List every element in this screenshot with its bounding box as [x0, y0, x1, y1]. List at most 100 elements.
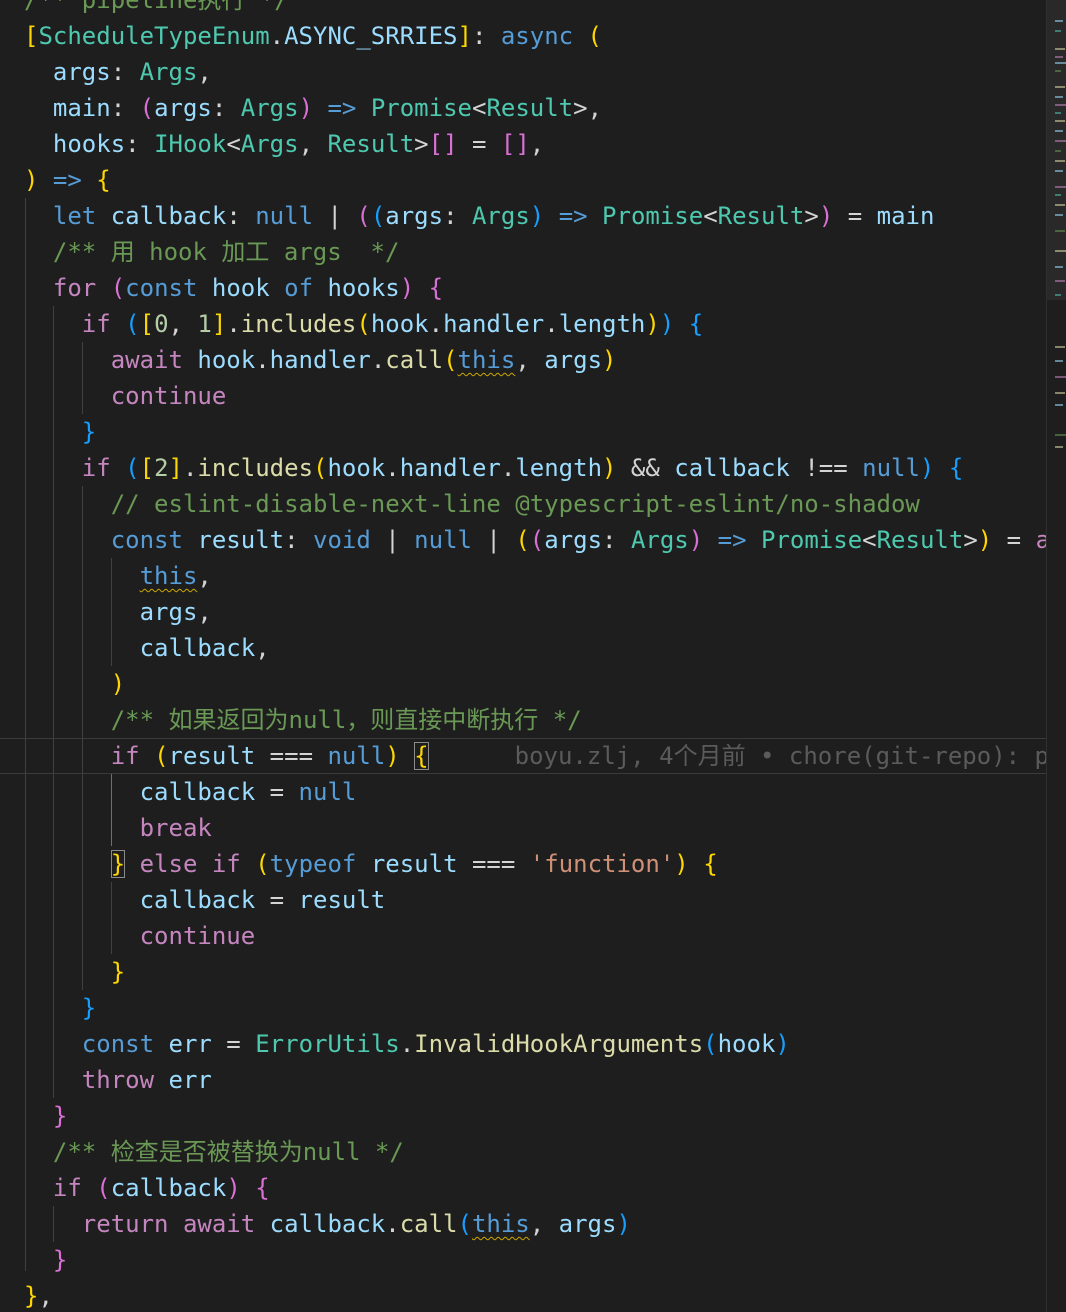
code-token: handler: [399, 454, 501, 482]
code-lines[interactable]: /** pipeline执行 */[ScheduleTypeEnum.ASYNC…: [0, 0, 1046, 1312]
code-line[interactable]: if ([0, 1].includes(hook.handler.length)…: [24, 306, 1046, 342]
code-token: =: [255, 778, 299, 806]
code-line[interactable]: }: [24, 954, 1046, 990]
code-token: ,: [529, 1210, 559, 1238]
code-line[interactable]: await hook.handler.call(this, args): [24, 342, 1046, 378]
code-line[interactable]: /** pipeline执行 */: [24, 0, 1046, 18]
current-code-line[interactable]: if (result === null) {boyu.zlj, 4个月前 • c…: [0, 738, 1046, 774]
code-token: const: [110, 526, 183, 554]
code-line[interactable]: }: [24, 1242, 1046, 1278]
code-token: .: [370, 346, 386, 374]
code-token: (: [356, 310, 371, 338]
code-line[interactable]: break: [24, 810, 1046, 846]
minimap-line: [1055, 230, 1065, 232]
minimap-line: [1055, 250, 1066, 252]
code-line[interactable]: callback = result: [24, 882, 1046, 918]
code-line[interactable]: ): [24, 666, 1046, 702]
code-token: const: [125, 274, 198, 302]
code-line[interactable]: /** 检查是否被替换为null */: [24, 1134, 1046, 1170]
code-line[interactable]: continue: [24, 918, 1046, 954]
minimap-line: [1055, 112, 1061, 114]
code-token: for: [52, 274, 97, 302]
code-token: result: [197, 526, 285, 554]
code-line[interactable]: args: Args,: [24, 54, 1046, 90]
code-token: hook: [211, 274, 270, 302]
code-token: ,: [168, 310, 198, 338]
code-token: [: [139, 310, 155, 338]
code-line[interactable]: // eslint-disable-next-line @typescript-…: [24, 486, 1046, 522]
code-token: =>: [52, 166, 82, 194]
code-token: {: [703, 850, 718, 878]
code-token: Result: [327, 130, 415, 158]
code-line[interactable]: }: [24, 414, 1046, 450]
minimap-line: [1055, 446, 1063, 448]
code-line[interactable]: this,: [24, 558, 1046, 594]
code-token: :: [110, 58, 140, 86]
code-token: ): [818, 202, 834, 230]
code-line[interactable]: },: [24, 1278, 1046, 1312]
code-line[interactable]: let callback: null | ((args: Args) => Pr…: [24, 198, 1046, 234]
minimap[interactable]: [1046, 0, 1066, 1312]
code-token: ASYNC_SRRIES: [284, 22, 458, 50]
code-token: includes: [240, 310, 357, 338]
git-blame-annotation: boyu.zlj, 4个月前 • chore(git-repo): p: [514, 742, 1046, 770]
code-line[interactable]: const err = ErrorUtils.InvalidHookArgume…: [24, 1026, 1046, 1062]
code-line[interactable]: hooks: IHook<Args, Result>[] = [],: [24, 126, 1046, 162]
code-line[interactable]: }: [24, 1098, 1046, 1134]
code-line[interactable]: main: (args: Args) => Promise<Result>,: [24, 90, 1046, 126]
code-line[interactable]: callback = null: [24, 774, 1046, 810]
code-token: args: [385, 202, 444, 230]
code-line[interactable]: [ScheduleTypeEnum.ASYNC_SRRIES]: async (: [24, 18, 1046, 54]
code-line[interactable]: /** 如果返回为null，则直接中断执行 */: [24, 702, 1046, 738]
code-token: ): [24, 166, 39, 194]
code-line[interactable]: const result: void | null | ((args: Args…: [24, 522, 1046, 558]
code-token: // eslint-disable-next-line @typescript-…: [110, 490, 920, 518]
minimap-line: [1055, 120, 1065, 122]
code-line[interactable]: args,: [24, 594, 1046, 630]
code-editor[interactable]: /** pipeline执行 */[ScheduleTypeEnum.ASYNC…: [0, 0, 1046, 1312]
code-line[interactable]: for (const hook of hooks) {: [24, 270, 1046, 306]
code-token: 2: [154, 454, 169, 482]
code-line[interactable]: } else if (typeof result === 'function')…: [24, 846, 1046, 882]
code-token: :: [211, 94, 241, 122]
code-token: Promise: [602, 202, 704, 230]
code-token: args: [544, 526, 603, 554]
code-token: hook: [327, 454, 386, 482]
code-token: includes: [197, 454, 314, 482]
code-token: (: [443, 346, 458, 374]
minimap-line: [1055, 160, 1065, 162]
code-line[interactable]: callback,: [24, 630, 1046, 666]
code-line[interactable]: if (callback) {: [24, 1170, 1046, 1206]
code-line[interactable]: /** 用 hook 加工 args */: [24, 234, 1046, 270]
code-token: (: [255, 850, 270, 878]
code-line[interactable]: return await callback.call(this, args): [24, 1206, 1046, 1242]
code-line[interactable]: throw err: [24, 1062, 1046, 1098]
code-token: |: [313, 202, 357, 230]
code-token: [: [24, 22, 39, 50]
code-token: >: [963, 526, 978, 554]
code-token: |: [471, 526, 516, 554]
code-line[interactable]: }: [24, 990, 1046, 1026]
code-token: /** 检查是否被替换为null */: [52, 1138, 404, 1166]
code-token: }: [81, 994, 97, 1022]
code-line[interactable]: ) => {: [24, 162, 1046, 198]
code-line[interactable]: continue: [24, 378, 1046, 414]
code-token: ErrorUtils: [255, 1030, 400, 1058]
code-token: ): [602, 454, 617, 482]
code-line[interactable]: if ([2].includes(hook.handler.length) &&…: [24, 450, 1046, 486]
code-token: ===: [255, 742, 328, 770]
code-token: :: [226, 202, 256, 230]
